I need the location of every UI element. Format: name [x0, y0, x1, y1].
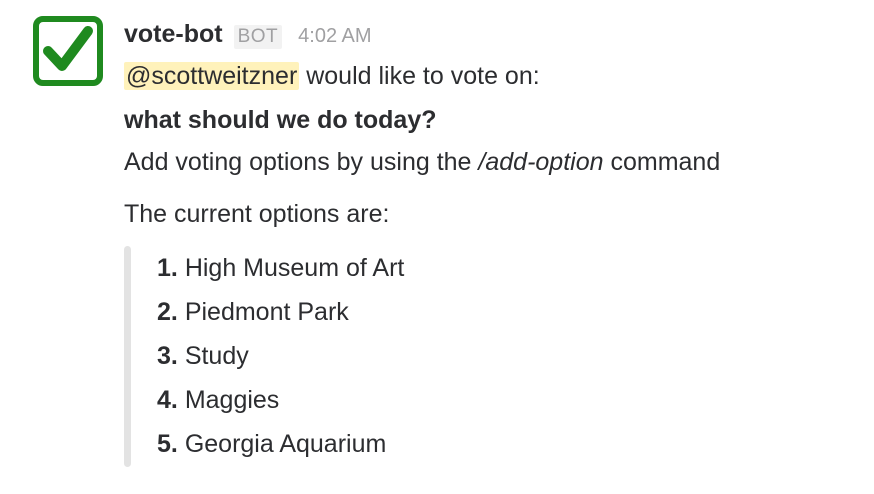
- option-item: 4. Maggies: [157, 378, 864, 422]
- vote-intro-text: would like to vote on:: [299, 62, 540, 90]
- bot-avatar[interactable]: [33, 16, 103, 86]
- instructions: Add voting options by using the /add-opt…: [124, 146, 864, 178]
- option-label: Piedmont Park: [184, 298, 349, 326]
- option-label: Georgia Aquarium: [184, 430, 387, 458]
- option-number: 2.: [157, 298, 178, 326]
- user-mention[interactable]: @scottweitzner: [124, 62, 300, 90]
- option-item: 3. Study: [157, 334, 864, 378]
- option-item: 5. Georgia Aquarium: [157, 422, 864, 466]
- vote-intro: @scottweitzner would like to vote on:: [124, 60, 864, 92]
- bot-badge: BOT: [233, 25, 283, 49]
- option-number: 3.: [157, 342, 178, 370]
- option-item: 2. Piedmont Park: [157, 290, 864, 334]
- username-link[interactable]: vote-bot: [124, 20, 223, 49]
- option-number: 5.: [157, 430, 178, 458]
- attachment-bar: [124, 246, 131, 467]
- instructions-suffix: command: [603, 148, 721, 176]
- options-heading: The current options are:: [124, 200, 390, 228]
- checkmark-icon: [33, 16, 103, 86]
- option-number: 1.: [157, 254, 178, 282]
- option-label: Study: [184, 342, 249, 370]
- option-item: 1. High Museum of Art: [157, 246, 864, 290]
- message-header: vote-bot BOT 4:02 AM: [124, 20, 864, 54]
- options-attachment: 1. High Museum of Art 2. Piedmont Park 3…: [124, 246, 864, 467]
- vote-question: what should we do today?: [124, 106, 437, 134]
- option-number: 4.: [157, 386, 178, 414]
- option-label: High Museum of Art: [184, 254, 405, 282]
- message-body: vote-bot BOT 4:02 AM @scottweitzner woul…: [124, 20, 864, 467]
- option-label: Maggies: [184, 386, 280, 414]
- instructions-prefix: Add voting options by using the: [124, 148, 479, 176]
- message-timestamp[interactable]: 4:02 AM: [298, 25, 371, 48]
- add-option-command: /add-option: [478, 148, 604, 176]
